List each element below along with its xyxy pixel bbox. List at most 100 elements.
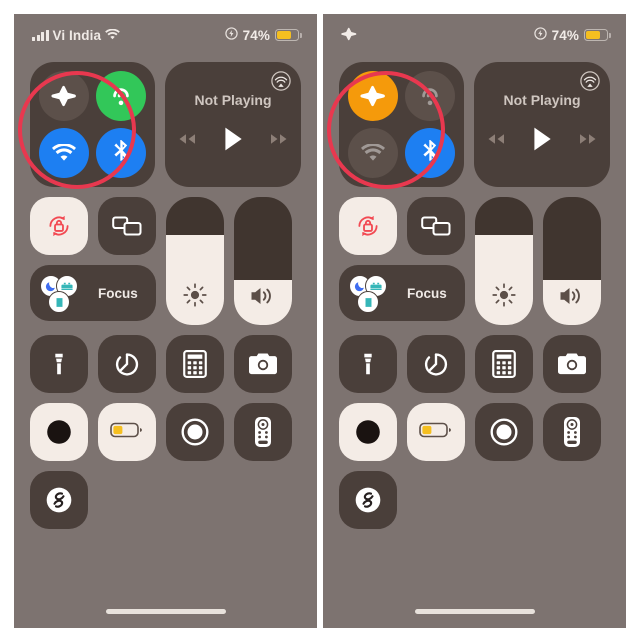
brightness-slider[interactable]	[475, 197, 533, 325]
low-power-mode-toggle[interactable]	[98, 403, 156, 461]
music-recognition-button[interactable]	[339, 471, 397, 529]
bluetooth-toggle[interactable]	[96, 128, 146, 178]
status-bar: 74%	[323, 14, 626, 48]
bluetooth-toggle[interactable]	[405, 128, 455, 178]
music-recognition-button[interactable]	[30, 471, 88, 529]
flashlight-icon	[55, 353, 63, 375]
tv-remote-icon	[564, 417, 580, 447]
battery-icon	[419, 421, 453, 444]
focus-tile[interactable]: Focus	[339, 265, 465, 321]
media-title: Not Playing	[194, 91, 272, 108]
battery-icon	[275, 29, 302, 41]
dark-mode-icon	[47, 420, 71, 444]
status-bar: Vi India 74%	[14, 14, 317, 48]
screen-mirroring-toggle[interactable]	[407, 197, 465, 255]
low-power-mode-toggle[interactable]	[407, 403, 465, 461]
media-title: Not Playing	[503, 91, 581, 108]
play-icon[interactable]	[222, 126, 244, 152]
timer-toggle[interactable]	[98, 335, 156, 393]
brightness-icon	[182, 282, 208, 313]
screen-record-toggle[interactable]	[475, 403, 533, 461]
row-connectivity-media: Not Playing	[339, 62, 610, 187]
timer-icon	[115, 353, 139, 376]
cellular-data-toggle[interactable]	[405, 71, 455, 121]
rewind-icon[interactable]	[176, 132, 198, 146]
airplane-mode-toggle[interactable]	[348, 71, 398, 121]
sliders-group	[475, 197, 601, 325]
calculator-icon	[492, 350, 516, 378]
row-focus: Focus	[30, 265, 156, 321]
screen-mirroring-toggle[interactable]	[98, 197, 156, 255]
airplay-audio-icon[interactable]	[271, 71, 291, 96]
status-bar-left: Vi India	[32, 28, 120, 43]
home-indicator	[414, 609, 535, 614]
dark-mode-icon	[356, 420, 380, 444]
calculator-icon	[183, 350, 207, 378]
cellular-signal-icon	[32, 29, 49, 41]
control-center-grid: Not Playing Focus	[323, 48, 626, 628]
connectivity-module	[339, 62, 464, 187]
low-power-mode-icon	[533, 27, 547, 43]
controls-column: Focus	[30, 197, 156, 325]
row-utilities-3	[30, 471, 301, 529]
tv-remote-icon	[255, 417, 271, 447]
connectivity-module	[30, 62, 155, 187]
control-center-panel-before: Vi India 74% Not Playing Focus	[14, 14, 317, 628]
volume-icon	[558, 284, 586, 313]
flashlight-toggle[interactable]	[30, 335, 88, 393]
flashlight-toggle[interactable]	[339, 335, 397, 393]
airplay-audio-icon[interactable]	[580, 71, 600, 96]
calculator-button[interactable]	[166, 335, 224, 393]
row-controls-sliders: Focus	[30, 197, 301, 325]
focus-icon-cluster	[40, 273, 88, 313]
fast-forward-icon[interactable]	[577, 132, 599, 146]
rewind-icon[interactable]	[485, 132, 507, 146]
row-focus: Focus	[339, 265, 465, 321]
rotation-lock-toggle[interactable]	[339, 197, 397, 255]
volume-slider[interactable]	[234, 197, 292, 325]
screen-record-toggle[interactable]	[166, 403, 224, 461]
flashlight-icon	[364, 353, 372, 375]
wifi-toggle[interactable]	[39, 128, 89, 178]
focus-tile[interactable]: Focus	[30, 265, 156, 321]
dark-mode-toggle[interactable]	[30, 403, 88, 461]
row-utilities-3	[339, 471, 610, 529]
row-utilities-2	[30, 403, 301, 461]
brightness-slider[interactable]	[166, 197, 224, 325]
timer-toggle[interactable]	[407, 335, 465, 393]
status-bar-right: 74%	[224, 27, 302, 43]
brightness-icon	[491, 282, 517, 313]
control-center-panel-after: 74% Not Playing Focus	[323, 14, 626, 628]
calculator-button[interactable]	[475, 335, 533, 393]
row-utilities-1	[339, 335, 610, 393]
dark-mode-toggle[interactable]	[339, 403, 397, 461]
low-power-mode-icon	[224, 27, 238, 43]
rotation-lock-icon	[49, 215, 69, 237]
battery-fill	[277, 31, 292, 39]
controls-column: Focus	[339, 197, 465, 325]
home-indicator	[105, 609, 226, 614]
row-utilities-1	[30, 335, 301, 393]
control-center-grid: Not Playing Focus	[14, 48, 317, 628]
volume-slider[interactable]	[543, 197, 601, 325]
wifi-icon	[105, 28, 120, 43]
wifi-toggle[interactable]	[348, 128, 398, 178]
battery-fill	[586, 31, 601, 39]
apple-tv-remote-button[interactable]	[234, 403, 292, 461]
camera-button[interactable]	[234, 335, 292, 393]
shazam-icon	[46, 487, 72, 513]
battery-icon	[584, 29, 611, 41]
row-controls-sliders: Focus	[339, 197, 610, 325]
row-rotation-mirroring	[339, 197, 465, 255]
timer-icon	[424, 353, 448, 376]
rotation-lock-toggle[interactable]	[30, 197, 88, 255]
focus-label: Focus	[98, 285, 138, 301]
cellular-data-toggle[interactable]	[96, 71, 146, 121]
camera-button[interactable]	[543, 335, 601, 393]
airplane-mode-toggle[interactable]	[39, 71, 89, 121]
play-icon[interactable]	[531, 126, 553, 152]
status-bar-left	[341, 26, 357, 45]
media-transport-controls	[485, 126, 599, 152]
apple-tv-remote-button[interactable]	[543, 403, 601, 461]
fast-forward-icon[interactable]	[268, 132, 290, 146]
